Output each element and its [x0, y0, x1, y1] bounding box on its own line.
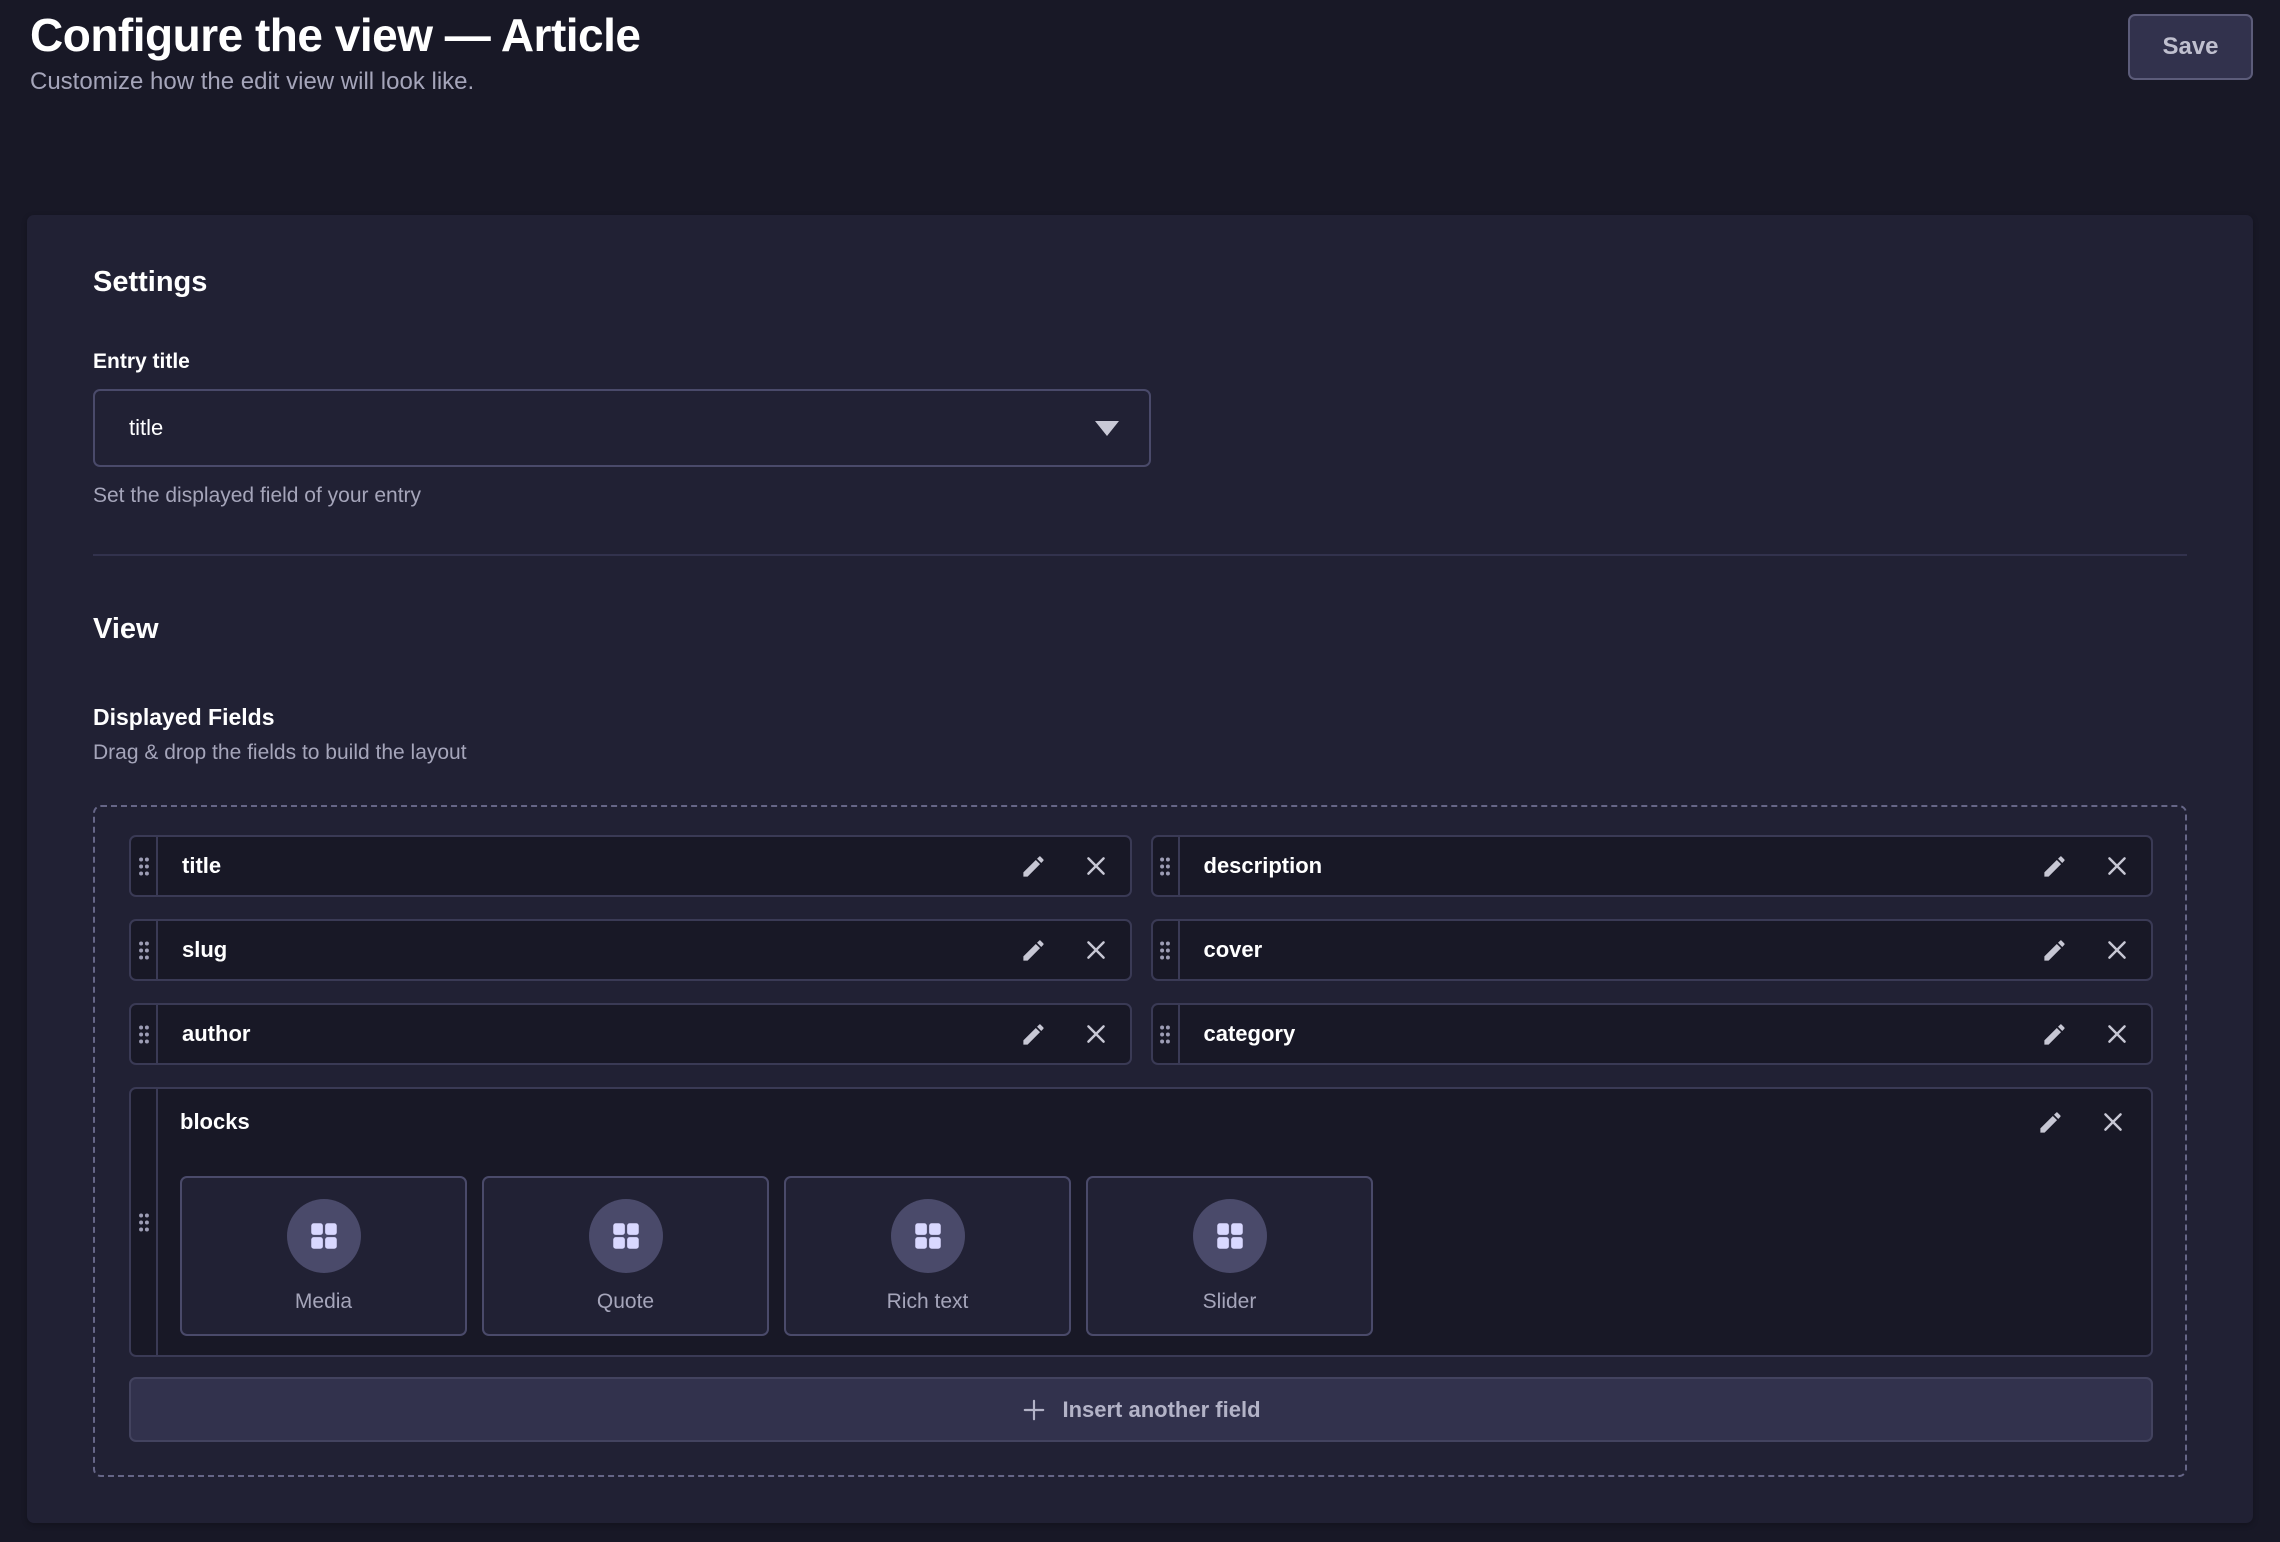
edit-field-button[interactable]	[1020, 853, 1047, 880]
pencil-icon	[2041, 937, 2068, 964]
component-label: Rich text	[887, 1290, 969, 1314]
entry-title-hint: Set the displayed field of your entry	[93, 483, 2187, 508]
edit-field-button[interactable]	[2041, 937, 2068, 964]
edit-field-button[interactable]	[2041, 853, 2068, 880]
component-card-quote[interactable]: Quote	[482, 1176, 769, 1336]
drag-handle-icon[interactable]	[1153, 1005, 1180, 1063]
pencil-icon	[1020, 853, 1047, 880]
close-icon	[2103, 936, 2131, 964]
component-grid-icon	[589, 1199, 663, 1273]
drag-handle-icon[interactable]	[131, 1005, 158, 1063]
fields-grid: title description	[129, 835, 2153, 1357]
page-header: Configure the view — Article Customize h…	[30, 0, 641, 97]
remove-field-button[interactable]	[1082, 936, 1110, 964]
configure-view-card: Settings Entry title title Set the displ…	[27, 215, 2253, 1523]
entry-title-select[interactable]: title	[93, 389, 1151, 467]
pencil-icon	[2041, 853, 2068, 880]
pencil-icon	[2041, 1021, 2068, 1048]
field-label: category	[1180, 1005, 2042, 1063]
insert-another-field-button[interactable]: Insert another field	[129, 1377, 2153, 1442]
remove-field-button[interactable]	[2103, 852, 2131, 880]
remove-field-button[interactable]	[2099, 1108, 2127, 1136]
drag-handle-icon[interactable]	[131, 921, 158, 979]
caret-down-icon	[1095, 421, 1119, 436]
settings-heading: Settings	[93, 265, 2187, 299]
component-label: Slider	[1203, 1290, 1257, 1314]
page-title: Configure the view — Article	[30, 0, 641, 62]
field-label: slug	[158, 921, 1020, 979]
component-list: Media Quote Rich text	[180, 1176, 2127, 1336]
remove-field-button[interactable]	[2103, 1020, 2131, 1048]
entry-title-select-value: title	[129, 415, 163, 441]
field-label: cover	[1180, 921, 2042, 979]
field-row-cover: cover	[1151, 919, 2154, 981]
edit-field-button[interactable]	[1020, 1021, 1047, 1048]
close-icon	[2099, 1108, 2127, 1136]
component-label: Media	[295, 1290, 352, 1314]
displayed-fields-title: Displayed Fields	[93, 704, 2187, 731]
remove-field-button[interactable]	[1082, 852, 1110, 880]
view-heading: View	[93, 612, 2187, 646]
field-row-category: category	[1151, 1003, 2154, 1065]
drag-handle-icon[interactable]	[1153, 921, 1180, 979]
drag-handle-icon[interactable]	[1153, 837, 1180, 895]
pencil-icon	[2037, 1109, 2064, 1136]
plus-icon	[1021, 1397, 1047, 1423]
entry-title-label: Entry title	[93, 349, 2187, 375]
close-icon	[1082, 1020, 1110, 1048]
field-row-slug: slug	[129, 919, 1132, 981]
component-card-slider[interactable]: Slider	[1086, 1176, 1373, 1336]
close-icon	[2103, 1020, 2131, 1048]
edit-field-button[interactable]	[2037, 1109, 2064, 1136]
component-grid-icon	[891, 1199, 965, 1273]
close-icon	[2103, 852, 2131, 880]
field-label: blocks	[180, 1109, 250, 1135]
field-row-blocks: blocks Media	[129, 1087, 2153, 1357]
field-row-description: description	[1151, 835, 2154, 897]
edit-field-button[interactable]	[1020, 937, 1047, 964]
field-label: title	[158, 837, 1020, 895]
drag-handle-icon[interactable]	[131, 837, 158, 895]
field-row-author: author	[129, 1003, 1132, 1065]
component-grid-icon	[287, 1199, 361, 1273]
field-label: description	[1180, 837, 2042, 895]
component-card-rich-text[interactable]: Rich text	[784, 1176, 1071, 1336]
section-divider	[93, 554, 2187, 556]
drag-handle-icon[interactable]	[131, 1089, 158, 1355]
field-label: author	[158, 1005, 1020, 1063]
displayed-fields-subtitle: Drag & drop the fields to build the layo…	[93, 740, 2187, 765]
save-button[interactable]: Save	[2128, 14, 2253, 80]
insert-another-field-label: Insert another field	[1062, 1397, 1260, 1423]
edit-field-button[interactable]	[2041, 1021, 2068, 1048]
close-icon	[1082, 852, 1110, 880]
component-grid-icon	[1193, 1199, 1267, 1273]
fields-dropzone: title description	[93, 805, 2187, 1477]
pencil-icon	[1020, 937, 1047, 964]
remove-field-button[interactable]	[1082, 1020, 1110, 1048]
field-row-title: title	[129, 835, 1132, 897]
pencil-icon	[1020, 1021, 1047, 1048]
page-subtitle: Customize how the edit view will look li…	[30, 67, 641, 97]
component-card-media[interactable]: Media	[180, 1176, 467, 1336]
remove-field-button[interactable]	[2103, 936, 2131, 964]
component-label: Quote	[597, 1290, 654, 1314]
close-icon	[1082, 936, 1110, 964]
